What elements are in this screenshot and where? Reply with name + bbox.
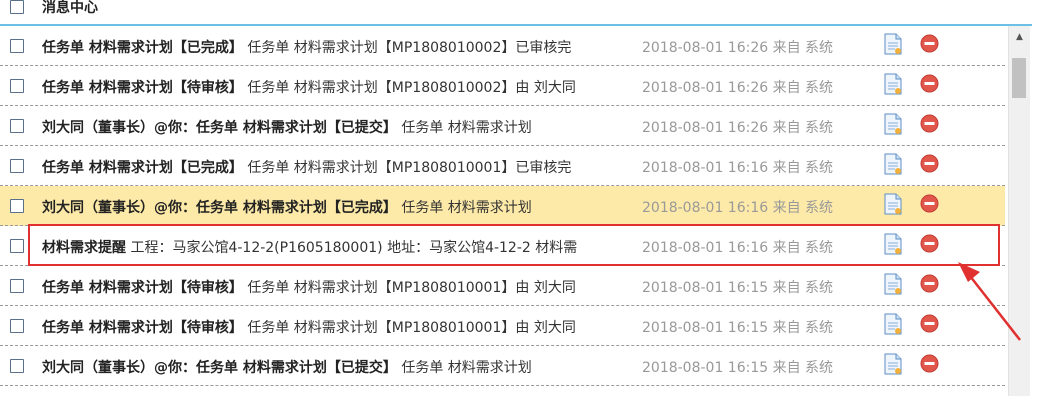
row-checkbox[interactable] xyxy=(10,359,24,373)
delete-icon[interactable] xyxy=(920,114,939,133)
message-text[interactable]: 任务单 材料需求计划【待审核】 任务单 材料需求计划【MP1808010001】… xyxy=(42,277,576,297)
message-title: 任务单 材料需求计划【待审核】 xyxy=(42,320,243,336)
message-time: 2018-08-01 16:15 来自 系统 xyxy=(642,360,834,376)
delete-icon[interactable] xyxy=(920,34,939,53)
document-icon[interactable] xyxy=(884,313,902,335)
delete-icon[interactable] xyxy=(920,354,939,373)
page-title: 消息中心 xyxy=(42,0,98,16)
message-row[interactable]: 任务单 材料需求计划【待审核】 任务单 材料需求计划【MP1808010002】… xyxy=(0,66,1005,106)
message-time: 2018-08-01 16:16 来自 系统 xyxy=(642,200,834,216)
delete-icon[interactable] xyxy=(920,194,939,213)
message-title: 任务单 材料需求计划【已完成】 xyxy=(42,40,243,56)
message-detail: 任务单 材料需求计划【MP1808010001】由 刘大同 xyxy=(242,280,576,296)
delete-icon[interactable] xyxy=(920,314,939,333)
message-center-header: 消息中心 xyxy=(0,0,1032,26)
message-time: 2018-08-01 16:15 来自 系统 xyxy=(642,280,834,296)
window-edge xyxy=(1032,0,1050,396)
message-title: 刘大同（董事长）@你：任务单 材料需求计划【已提交】 xyxy=(42,120,397,136)
message-detail: 任务单 材料需求计划【MP1808010002】由 刘大同 xyxy=(242,80,576,96)
message-row[interactable]: 任务单 材料需求计划【已完成】 任务单 材料需求计划【MP1808010001】… xyxy=(0,146,1005,186)
document-icon[interactable] xyxy=(884,153,902,175)
document-icon[interactable] xyxy=(884,113,902,135)
document-icon[interactable] xyxy=(884,33,902,55)
row-checkbox[interactable] xyxy=(10,119,24,133)
message-detail: 任务单 材料需求计划【MP1808010002】已审核完 xyxy=(242,40,572,56)
row-checkbox[interactable] xyxy=(10,159,24,173)
message-text[interactable]: 任务单 材料需求计划【已完成】 任务单 材料需求计划【MP1808010002】… xyxy=(42,37,571,57)
message-title: 任务单 材料需求计划【已完成】 xyxy=(42,160,243,176)
document-icon[interactable] xyxy=(884,193,902,215)
document-icon[interactable] xyxy=(884,353,902,375)
message-text[interactable]: 任务单 材料需求计划【待审核】 任务单 材料需求计划【MP1808010001】… xyxy=(42,317,576,337)
message-row[interactable]: 刘大同（董事长）@你：任务单 材料需求计划【已提交】 任务单 材料需求计划 201… xyxy=(0,346,1005,386)
message-title: 刘大同（董事长）@你：任务单 材料需求计划【已提交】 xyxy=(42,360,397,376)
delete-icon[interactable] xyxy=(920,74,939,93)
message-detail: 任务单 材料需求计划【MP1808010001】由 刘大同 xyxy=(242,320,576,336)
message-time: 2018-08-01 16:26 来自 系统 xyxy=(642,40,834,56)
document-icon[interactable] xyxy=(884,73,902,95)
message-title: 任务单 材料需求计划【待审核】 xyxy=(42,280,243,296)
row-checkbox[interactable] xyxy=(10,319,24,333)
row-checkbox[interactable] xyxy=(10,39,24,53)
message-time: 2018-08-01 16:16 来自 系统 xyxy=(642,160,834,176)
message-text[interactable]: 任务单 材料需求计划【已完成】 任务单 材料需求计划【MP1808010001】… xyxy=(42,157,571,177)
message-title: 任务单 材料需求计划【待审核】 xyxy=(42,80,243,96)
message-time: 2018-08-01 16:26 来自 系统 xyxy=(642,80,834,96)
message-text[interactable]: 刘大同（董事长）@你：任务单 材料需求计划【已提交】 任务单 材料需求计划 xyxy=(42,357,532,377)
delete-icon[interactable] xyxy=(920,154,939,173)
message-detail: 任务单 材料需求计划 xyxy=(396,120,532,136)
message-time: 2018-08-01 16:26 来自 系统 xyxy=(642,120,834,136)
message-list: 任务单 材料需求计划【已完成】 任务单 材料需求计划【MP1808010002】… xyxy=(0,26,1005,386)
annotation-highlight-box xyxy=(28,224,1000,266)
message-text[interactable]: 刘大同（董事长）@你：任务单 材料需求计划【已提交】 任务单 材料需求计划 xyxy=(42,117,532,137)
message-row[interactable]: 刘大同（董事长）@你：任务单 材料需求计划【已完成】 任务单 材料需求计划 201… xyxy=(0,186,1005,226)
row-checkbox[interactable] xyxy=(10,79,24,93)
message-text[interactable]: 任务单 材料需求计划【待审核】 任务单 材料需求计划【MP1808010002】… xyxy=(42,77,576,97)
message-detail: 任务单 材料需求计划【MP1808010001】已审核完 xyxy=(242,160,572,176)
message-detail: 任务单 材料需求计划 xyxy=(396,360,532,376)
row-checkbox[interactable] xyxy=(10,199,24,213)
delete-icon[interactable] xyxy=(920,274,939,293)
message-row[interactable]: 刘大同（董事长）@你：任务单 材料需求计划【已提交】 任务单 材料需求计划 201… xyxy=(0,106,1005,146)
vertical-scrollbar[interactable]: ▲ xyxy=(1008,26,1030,396)
scroll-up-arrow-icon[interactable]: ▲ xyxy=(1009,30,1030,44)
message-row[interactable]: 任务单 材料需求计划【待审核】 任务单 材料需求计划【MP1808010001】… xyxy=(0,266,1005,306)
document-icon[interactable] xyxy=(884,273,902,295)
select-all-checkbox[interactable] xyxy=(10,0,24,14)
message-detail: 任务单 材料需求计划 xyxy=(396,200,532,216)
row-checkbox[interactable] xyxy=(10,279,24,293)
message-title: 刘大同（董事长）@你：任务单 材料需求计划【已完成】 xyxy=(42,200,397,216)
message-row[interactable]: 任务单 材料需求计划【已完成】 任务单 材料需求计划【MP1808010002】… xyxy=(0,26,1005,66)
scrollbar-thumb[interactable] xyxy=(1012,58,1026,98)
message-text[interactable]: 刘大同（董事长）@你：任务单 材料需求计划【已完成】 任务单 材料需求计划 xyxy=(42,197,532,217)
message-time: 2018-08-01 16:15 来自 系统 xyxy=(642,320,834,336)
row-checkbox[interactable] xyxy=(10,239,24,253)
message-row[interactable]: 任务单 材料需求计划【待审核】 任务单 材料需求计划【MP1808010001】… xyxy=(0,306,1005,346)
